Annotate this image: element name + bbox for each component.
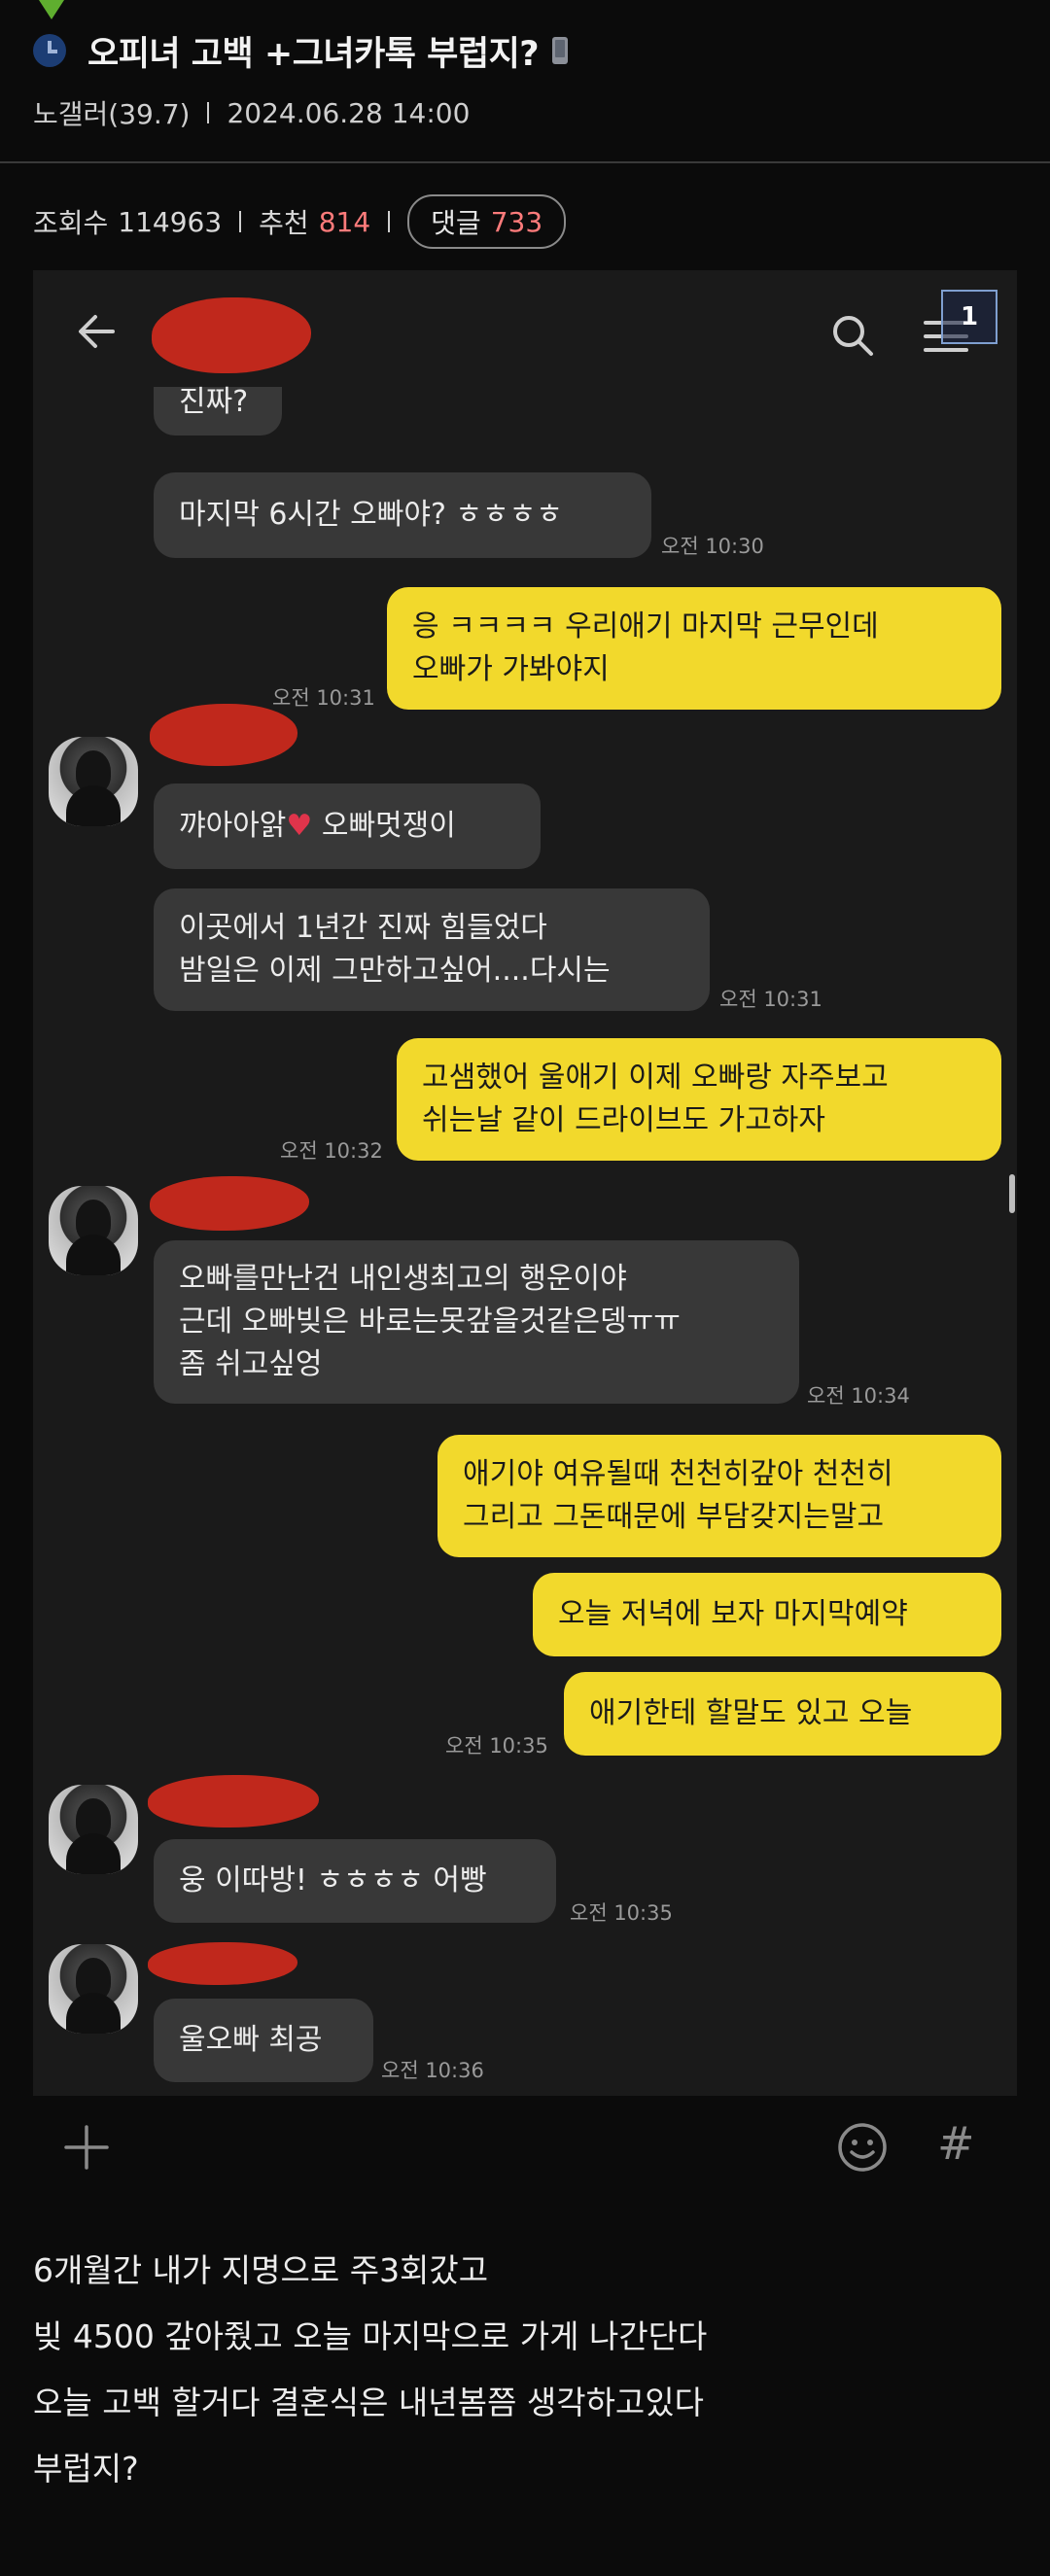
message-time: 오전 10:35 [570, 1901, 673, 1925]
heart-emoji-icon: ♥ [286, 809, 313, 843]
image-index-badge: 1 [941, 290, 998, 344]
comments-count: 733 [490, 205, 543, 238]
hash-icon[interactable]: # [937, 2117, 975, 2170]
message-line: 이곳에서 1년간 진짜 힘들었다 [179, 911, 547, 945]
back-arrow-icon[interactable] [74, 309, 119, 354]
sent-message: 고샘했어 울애기 이제 오빠랑 자주보고 쉬는날 같이 드라이브도 가고하자 [397, 1038, 1001, 1161]
message-line: 근데 오빠빚은 바로는못갚을것같은뎅ㅠㅠ [179, 1305, 681, 1339]
message-line: 고샘했어 울애기 이제 오빠랑 자주보고 [422, 1061, 889, 1095]
body-line: 오늘 고백 할거다 결혼식은 내년봄쯤 생각하고있다 [33, 2384, 705, 2421]
comments-label: 댓글 [431, 207, 481, 239]
received-message: 울오빠 최공 [154, 1999, 373, 2082]
post-date: 2024.06.28 14:00 [227, 96, 471, 129]
message-time: 오전 10:35 [445, 1734, 548, 1758]
message-time: 오전 10:31 [272, 686, 375, 710]
post-stats: 조회수 114963 추천 814 댓글 733 [33, 194, 567, 249]
post-title-row: 오피녀 고백 +그녀카톡 부럽지? [33, 27, 569, 74]
sender-avatar[interactable] [49, 1186, 138, 1275]
received-message: 마지막 6시간 오빠야? ㅎㅎㅎㅎ [154, 472, 651, 558]
new-indicator-mark [39, 0, 64, 19]
message-line: 좀 쉬고싶엉 [179, 1347, 323, 1381]
message-time: 오전 10:32 [280, 1139, 383, 1163]
message-line: 진짜? [179, 385, 249, 419]
message-line: 웅 이따방! ㅎㅎㅎㅎ 어빵 [179, 1863, 487, 1897]
sender-avatar[interactable] [49, 1785, 138, 1874]
message-line: 응 ㅋㅋㅋㅋ 우리애기 마지막 근무인데 [412, 609, 879, 644]
views-label: 조회수 [33, 207, 109, 239]
post-title: 오피녀 고백 +그녀카톡 부럽지? [88, 34, 540, 74]
message-line: 오빠를만난건 내인생최고의 행운이야 [179, 1262, 627, 1296]
message-time: 오전 10:36 [381, 2059, 484, 2082]
received-message: 진짜? [154, 385, 282, 435]
author-name[interactable]: 노갤러(39.7) [33, 93, 190, 132]
body-line: 부럽지? [33, 2450, 139, 2488]
message-time: 오전 10:34 [807, 1384, 910, 1408]
redacted-sender-name [150, 704, 298, 766]
post-meta: 노갤러(39.7) 2024.06.28 14:00 [33, 93, 470, 132]
clock-icon [33, 34, 66, 67]
received-message: 오빠를만난건 내인생최고의 행운이야 근데 오빠빚은 바로는못갚을것같은뎅ㅠㅠ … [154, 1240, 799, 1404]
header-divider [0, 161, 1050, 163]
comments-button[interactable]: 댓글 733 [407, 194, 567, 249]
phone-icon [552, 37, 569, 64]
received-message: 꺄아아앍♥ 오빠멋쟁이 [154, 783, 541, 869]
recommend-count: 814 [318, 205, 371, 238]
stats-separator [239, 211, 242, 232]
stats-separator [388, 211, 391, 232]
sender-avatar[interactable] [49, 737, 138, 826]
message-line: 쉬는날 같이 드라이브도 가고하자 [422, 1103, 826, 1137]
body-line: 빚 4500 갚아줬고 오늘 마지막으로 가게 나간단다 [33, 2317, 708, 2355]
message-line: 오빠가 가봐야지 [412, 652, 610, 686]
received-message: 이곳에서 1년간 진짜 힘들었다 밤일은 이제 그만하고싶어....다시는 [154, 888, 710, 1011]
sent-message: 응 ㅋㅋㅋㅋ 우리애기 마지막 근무인데 오빠가 가봐야지 [387, 587, 1001, 710]
message-line: 오늘 저녁에 보자 마지막예약 [558, 1597, 908, 1631]
sender-avatar[interactable] [49, 1944, 138, 2034]
recommend-label: 추천 [259, 207, 309, 239]
message-line: 밤일은 이제 그만하고싶어....다시는 [179, 954, 611, 988]
post-page: 오피녀 고백 +그녀카톡 부럽지? 노갤러(39.7) 2024.06.28 1… [0, 0, 1050, 2576]
smile-icon[interactable] [836, 2121, 889, 2174]
sent-message: 애기야 여유될때 천천히갚아 천천히 그리고 그돈때문에 부담갖지는말고 [438, 1435, 1001, 1557]
sent-message: 애기한테 할말도 있고 오늘 [564, 1672, 1001, 1756]
chat-input-bar: # [33, 2096, 1017, 2210]
message-time: 오전 10:30 [661, 535, 764, 558]
kakaotalk-screenshot: 1 진짜? 마지막 6시간 오빠야? ㅎㅎㅎㅎ 오전 10:30 응 ㅋㅋㅋㅋ … [33, 270, 1017, 2096]
plus-icon[interactable] [62, 2123, 111, 2172]
redacted-sender-name [150, 1176, 309, 1231]
message-line: 울오빠 최공 [179, 2023, 323, 2057]
received-message: 웅 이따방! ㅎㅎㅎㅎ 어빵 [154, 1839, 556, 1923]
scrollbar-thumb[interactable] [1009, 1174, 1015, 1213]
meta-separator [207, 102, 210, 123]
redacted-sender-name [148, 1775, 319, 1828]
views-count: 114963 [118, 205, 223, 238]
message-time: 오전 10:31 [719, 988, 822, 1011]
search-icon[interactable] [830, 313, 875, 358]
sent-message: 오늘 저녁에 보자 마지막예약 [533, 1573, 1001, 1656]
message-line: 마지막 6시간 오빠야? ㅎㅎㅎㅎ [179, 498, 563, 532]
post-body: 6개월간 내가 지명으로 주3회갔고 빚 4500 갚아줬고 오늘 마지막으로 … [33, 2238, 707, 2502]
message-line: 애기야 여유될때 천천히갚아 천천히 [463, 1457, 893, 1491]
redacted-sender-name [148, 1942, 298, 1985]
body-line: 6개월간 내가 지명으로 주3회갔고 [33, 2251, 489, 2289]
message-line: 꺄아아앍♥ 오빠멋쟁이 [179, 809, 456, 843]
message-line: 그리고 그돈때문에 부담갖지는말고 [463, 1500, 885, 1534]
message-line: 애기한테 할말도 있고 오늘 [589, 1696, 913, 1730]
